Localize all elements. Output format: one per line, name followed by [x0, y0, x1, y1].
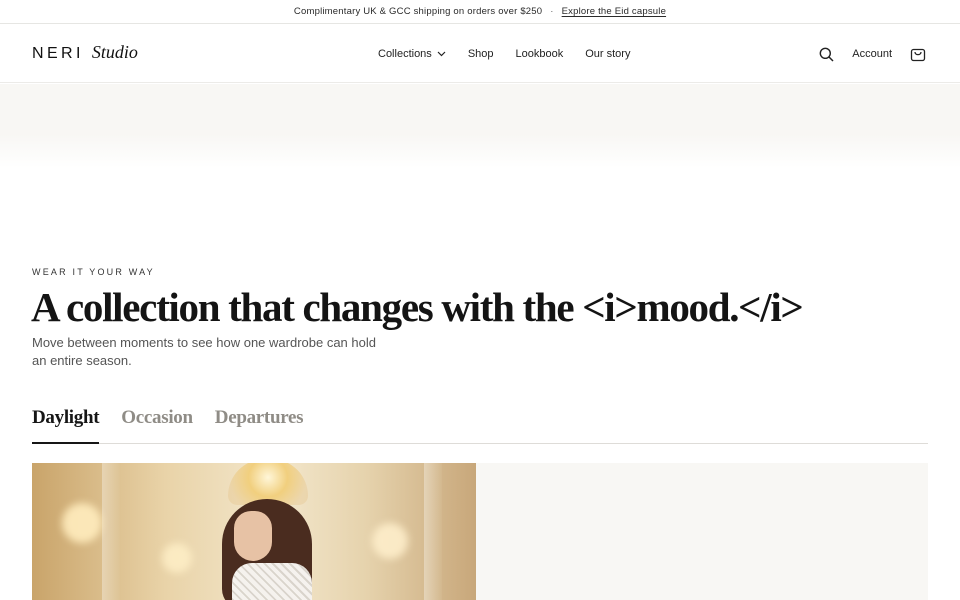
hero-subcopy: Move between moments to see how one ward…	[32, 335, 376, 368]
nav-item-label: Collections	[378, 48, 432, 60]
shopping-bag-icon[interactable]	[910, 46, 926, 62]
eid-capsule-link[interactable]: Explore the Eid capsule	[562, 6, 666, 17]
tab-occasion[interactable]: Occasion	[121, 405, 193, 443]
site-header: NERI Studio Collections Shop Lookbook Ou…	[0, 25, 960, 83]
nav-item-shop[interactable]: Shop	[468, 48, 494, 60]
main-nav: Collections Shop Lookbook Our story	[378, 25, 652, 83]
announcement-bar: Complimentary UK & GCC shipping on order…	[0, 0, 960, 24]
hero-headline: A collection that changes with the <i>mo…	[31, 284, 804, 330]
chevron-down-icon	[437, 51, 446, 57]
shipping-message: Complimentary UK & GCC shipping on order…	[293, 6, 543, 17]
look-detail-panel	[476, 463, 928, 600]
brand-logo[interactable]: NERI Studio	[32, 42, 138, 63]
search-icon[interactable]	[819, 47, 834, 62]
mood-tabs: Daylight Occasion Departures	[32, 405, 928, 444]
lookbook-photo	[32, 463, 476, 600]
logo-script: Studio	[91, 42, 138, 62]
account-link[interactable]: Account	[852, 48, 892, 60]
tab-daylight[interactable]: Daylight	[32, 405, 100, 444]
nav-item-lookbook[interactable]: Lookbook	[516, 48, 564, 60]
header-band	[0, 84, 960, 168]
logo-wordmark: NERI	[32, 45, 84, 62]
nav-item-label: Our story	[585, 48, 631, 60]
nav-item-our-story[interactable]: Our story	[585, 48, 630, 60]
header-utilities: Account	[801, 25, 926, 83]
nav-item-label: Lookbook	[515, 48, 564, 60]
nav-item-label: Shop	[467, 48, 494, 60]
nav-item-collections[interactable]: Collections	[378, 48, 446, 60]
hero-eyebrow: WEAR IT YOUR WAY	[32, 267, 155, 277]
tab-departures[interactable]: Departures	[215, 405, 304, 443]
announcement-separator: ·	[550, 6, 554, 17]
